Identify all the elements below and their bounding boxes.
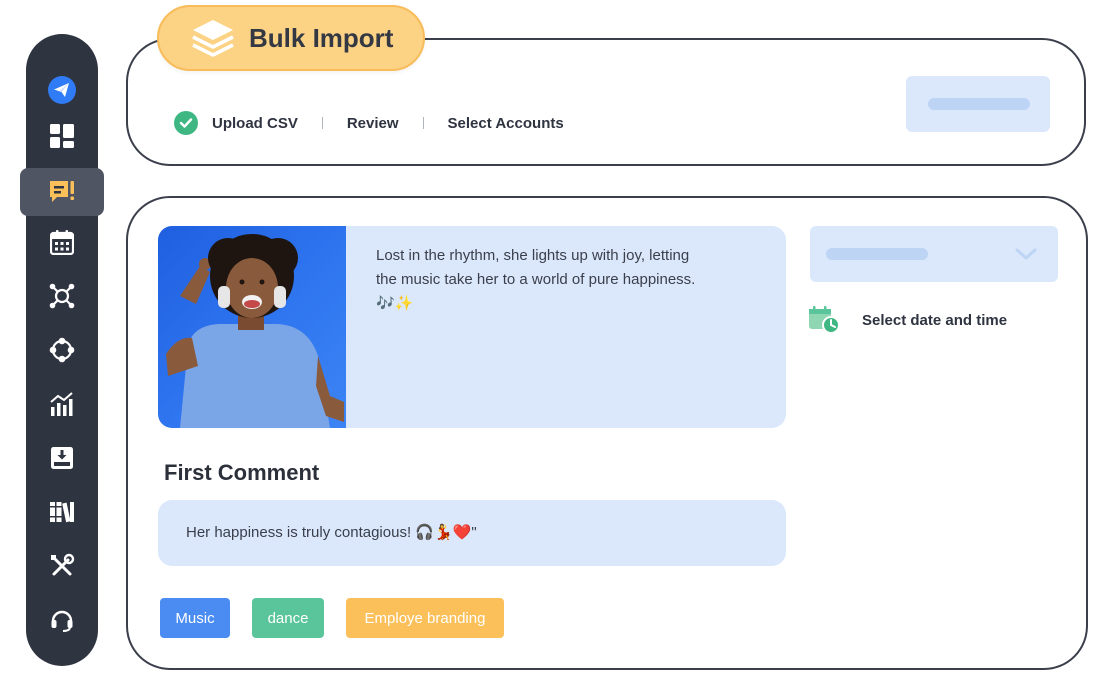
- library-books-icon: [50, 502, 74, 523]
- tag-dance[interactable]: dance: [252, 598, 324, 638]
- step-upload-csv[interactable]: Upload CSV: [212, 115, 298, 132]
- sidebar-item-inbox[interactable]: [26, 436, 98, 480]
- schedule-label: Select date and time: [862, 311, 1008, 329]
- sidebar-item-integrations[interactable]: [26, 274, 98, 318]
- post-content: Lost in the rhythm, she lights up with j…: [158, 226, 786, 428]
- sidebar-item-dashboard[interactable]: [26, 114, 98, 158]
- sidebar-item-analytics[interactable]: [26, 382, 98, 426]
- schedule-date-time[interactable]: Select date and time: [808, 306, 1007, 334]
- first-comment-box[interactable]: Her happiness is truly contagious! 🎧💃❤️": [158, 500, 786, 566]
- workflow-cycle-icon: [49, 337, 75, 363]
- sidebar-item-tools[interactable]: [26, 544, 98, 588]
- page-title: Bulk Import: [249, 22, 394, 53]
- dashboard-grid-icon: [50, 124, 74, 148]
- placeholder-bar: [826, 248, 928, 260]
- action-button-placeholder[interactable]: [906, 76, 1050, 132]
- headset-support-icon: [51, 610, 73, 632]
- bulk-import-header: Bulk Import: [157, 5, 425, 71]
- sidebar-item-library[interactable]: [26, 490, 98, 534]
- tag-employe-branding[interactable]: Employe branding: [346, 598, 504, 638]
- step-divider: [422, 117, 424, 129]
- first-comment-text: Her happiness is truly contagious! 🎧💃❤️": [186, 524, 477, 541]
- first-comment-title: First Comment: [164, 460, 320, 485]
- calendar-icon: [50, 230, 74, 255]
- sidebar-item-calendar[interactable]: [26, 220, 98, 264]
- paper-plane-icon: [48, 76, 76, 104]
- tools-icon: [51, 553, 75, 576]
- inbox-download-icon: [51, 447, 73, 469]
- layers-icon: [192, 20, 234, 57]
- sidebar: [20, 34, 104, 666]
- sidebar-item-posts[interactable]: [20, 168, 104, 216]
- step-review[interactable]: Review: [347, 115, 399, 132]
- calendar-clock-icon: [809, 306, 840, 334]
- import-stepper: Upload CSV Review Select Accounts: [174, 110, 564, 136]
- post-caption: Lost in the rhythm, she lights up with j…: [376, 247, 696, 312]
- analytics-chart-icon: [50, 392, 73, 416]
- post-composer-icon: [50, 181, 74, 202]
- placeholder-bar: [928, 98, 1030, 110]
- chevron-down-icon: [1015, 248, 1037, 260]
- post-image[interactable]: [158, 226, 346, 428]
- sidebar-item-send[interactable]: [26, 68, 98, 112]
- account-select-dropdown[interactable]: [810, 226, 1058, 282]
- network-hub-icon: [49, 283, 75, 309]
- step-divider: [321, 117, 323, 129]
- sidebar-item-support[interactable]: [26, 598, 98, 642]
- tag-music[interactable]: Music: [160, 598, 230, 638]
- check-circle-icon: [174, 111, 198, 135]
- step-select-accounts[interactable]: Select Accounts: [448, 115, 564, 132]
- sidebar-item-automation[interactable]: [26, 328, 98, 372]
- woman-dancing-with-headphones-photo: [166, 234, 344, 428]
